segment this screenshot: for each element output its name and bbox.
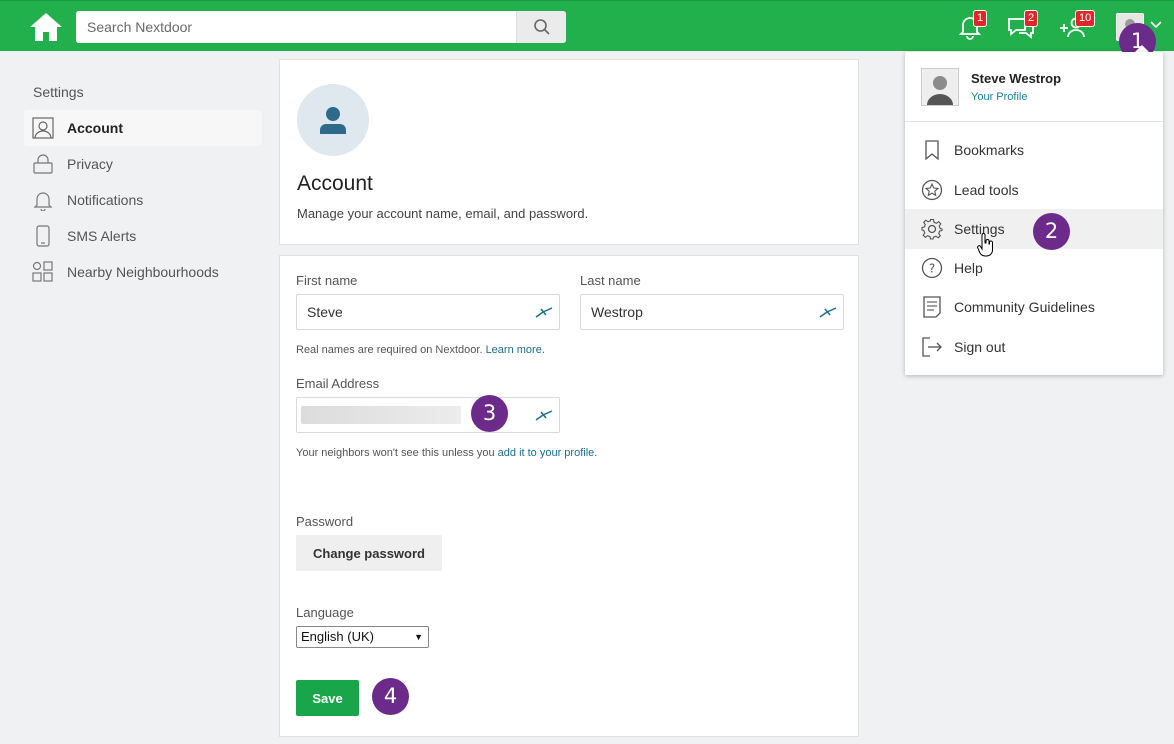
sidebar-title: Settings [33, 84, 84, 100]
first-name-label: First name [296, 273, 358, 288]
bell-icon [32, 189, 54, 211]
lock-icon [32, 153, 54, 175]
user-icon [32, 117, 54, 139]
sidebar-item-notifications[interactable]: Notifications [24, 182, 262, 218]
add-to-profile-link[interactable]: add it to your profile. [498, 447, 598, 459]
names-hint: Real names are required on Nextdoor. Lea… [296, 344, 545, 356]
pencil-icon [819, 307, 837, 318]
gear-icon [921, 218, 943, 240]
svg-text:?: ? [929, 262, 935, 276]
step-marker-3: 3 [471, 395, 508, 432]
learn-more-link[interactable]: Learn more. [486, 344, 545, 356]
notifications-button[interactable]: 1 [956, 10, 988, 41]
sidebar-item-sms-alerts[interactable]: SMS Alerts [24, 218, 262, 254]
first-name-field-wrapper [296, 294, 560, 330]
dropdown-avatar[interactable] [921, 68, 959, 106]
help-icon: ? [921, 257, 943, 279]
invites-badge: 10 [1075, 10, 1096, 27]
your-profile-link[interactable]: Your Profile [971, 91, 1027, 103]
star-icon [921, 179, 943, 201]
grid-icon [32, 261, 54, 283]
phone-icon [32, 225, 54, 247]
hand-cursor-icon [977, 233, 993, 257]
menu-item-community-guidelines[interactable]: Community Guidelines [905, 287, 1163, 327]
change-password-button[interactable]: Change password [296, 535, 442, 571]
top-bar: 1 2 10 [0, 0, 1174, 51]
first-name-field[interactable] [297, 304, 529, 320]
user-photo-icon [922, 69, 958, 105]
menu-item-label: Help [954, 260, 983, 276]
step-marker-4: 4 [372, 678, 409, 715]
profile-picture[interactable] [297, 84, 369, 156]
chevron-down-icon[interactable] [1150, 21, 1162, 29]
language-label: Language [296, 605, 354, 620]
edit-email-button[interactable] [529, 398, 559, 432]
password-label: Password [296, 514, 354, 529]
edit-last-name-button[interactable] [813, 295, 843, 329]
dropdown-user-name: Steve Westrop [971, 71, 1062, 86]
search-icon [533, 19, 550, 35]
sidebar-item-label: SMS Alerts [67, 228, 137, 244]
language-value: English (UK) [301, 629, 374, 644]
email-label: Email Address [296, 376, 380, 391]
menu-item-label: Lead tools [954, 182, 1019, 198]
last-name-label: Last name [580, 273, 641, 288]
email-redacted [301, 406, 461, 424]
sidebar-item-label: Notifications [67, 192, 144, 208]
account-form-card: First name Last name Real names are requ… [279, 255, 859, 737]
names-hint-text: Real names are required on Nextdoor. [296, 344, 486, 356]
messages-badge: 2 [1024, 10, 1039, 27]
invite-neighbors-button[interactable]: 10 [1058, 10, 1096, 41]
menu-item-help[interactable]: ? Help [905, 248, 1163, 288]
page-description: Manage your account name, email, and pas… [297, 206, 589, 221]
notifications-badge: 1 [973, 10, 988, 27]
email-hint-text: Your neighbors won't see this unless you [296, 447, 498, 459]
last-name-field[interactable] [581, 304, 813, 320]
save-button[interactable]: Save [296, 680, 359, 716]
email-field-wrapper [296, 397, 560, 433]
menu-item-label: Community Guidelines [954, 299, 1095, 315]
messages-button[interactable]: 2 [1006, 10, 1039, 41]
sidebar-item-label: Privacy [67, 156, 113, 172]
search-input[interactable] [76, 11, 516, 43]
menu-item-label: Sign out [954, 339, 1006, 355]
sidebar-item-privacy[interactable]: Privacy [24, 146, 262, 182]
last-name-field-wrapper [580, 294, 844, 330]
document-icon [921, 296, 943, 318]
dropdown-divider [905, 121, 1163, 122]
sidebar-item-label: Nearby Neighbourhoods [67, 264, 219, 280]
edit-first-name-button[interactable] [529, 295, 559, 329]
account-header-card: Account Manage your account name, email,… [279, 59, 859, 245]
sign-out-icon [921, 336, 943, 358]
user-silhouette-icon [320, 107, 346, 134]
search-bar [76, 11, 566, 43]
pencil-icon [535, 410, 553, 421]
email-hint: Your neighbors won't see this unless you… [296, 447, 597, 459]
pencil-icon [535, 307, 553, 318]
home-icon[interactable] [29, 12, 63, 42]
step-marker-2: 2 [1033, 213, 1070, 250]
dropdown-arrow-icon: ▼ [414, 632, 423, 642]
sidebar-item-label: Account [67, 120, 123, 136]
language-select[interactable]: English (UK) ▼ [296, 626, 429, 648]
menu-item-label: Bookmarks [954, 142, 1025, 158]
page-title: Account [297, 172, 373, 195]
user-menu-dropdown: Steve Westrop Your Profile Bookmarks Lea… [905, 52, 1163, 375]
bookmark-icon [921, 139, 943, 161]
sidebar-item-account[interactable]: Account [24, 110, 262, 146]
menu-item-bookmarks[interactable]: Bookmarks [905, 130, 1163, 170]
menu-item-sign-out[interactable]: Sign out [905, 327, 1163, 367]
menu-item-lead-tools[interactable]: Lead tools [905, 170, 1163, 210]
sidebar-item-nearby-neighbourhoods[interactable]: Nearby Neighbourhoods [24, 254, 262, 290]
search-button[interactable] [516, 11, 566, 43]
